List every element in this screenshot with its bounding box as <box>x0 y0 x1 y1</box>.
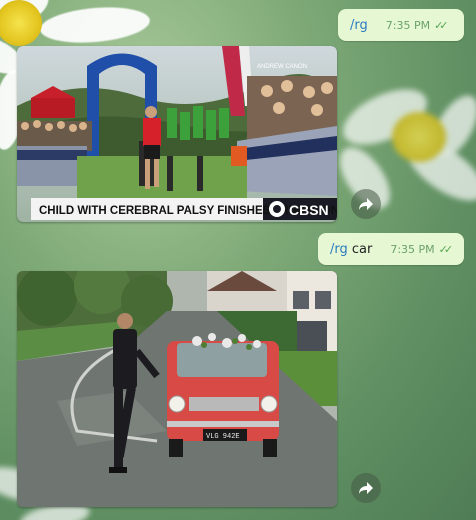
bot-command-link[interactable]: /rg <box>350 18 368 33</box>
forward-button[interactable] <box>351 473 381 503</box>
message-time: 7:35 PM <box>385 18 431 32</box>
message-text: /rg <box>350 18 368 33</box>
outgoing-message[interactable]: /rg 7:35 PM ✓✓ <box>338 9 464 41</box>
message-text: /rg car <box>330 241 373 257</box>
message-time: 7:35 PM <box>390 242 435 256</box>
forward-arrow-icon <box>359 482 373 494</box>
double-check-icon: ✓✓ <box>438 242 454 256</box>
bot-command-link[interactable]: /rg <box>330 242 348 257</box>
network-logo: CBSN <box>289 202 329 218</box>
forward-arrow-icon <box>359 198 373 210</box>
outgoing-message[interactable]: /rg car 7:35 PM ✓✓ <box>318 233 464 265</box>
forward-button[interactable] <box>351 189 381 219</box>
message-meta: 7:35 PM ✓✓ <box>385 18 449 32</box>
triathlon-image: CHILD WITH CEREBRAL PALSY FINISHES TRIAT… <box>17 46 337 222</box>
media-photo-car[interactable]: VLG 942E <box>17 271 337 507</box>
message-meta: 7:35 PM ✓✓ <box>390 242 454 256</box>
video-watermark: ANDREW CANON <box>257 64 307 70</box>
car-image: VLG 942E <box>17 271 337 507</box>
media-photo-triathlon[interactable]: CHILD WITH CEREBRAL PALSY FINISHES TRIAT… <box>17 46 337 222</box>
license-plate: VLG 942E <box>206 433 240 441</box>
double-check-icon: ✓✓ <box>434 18 449 32</box>
